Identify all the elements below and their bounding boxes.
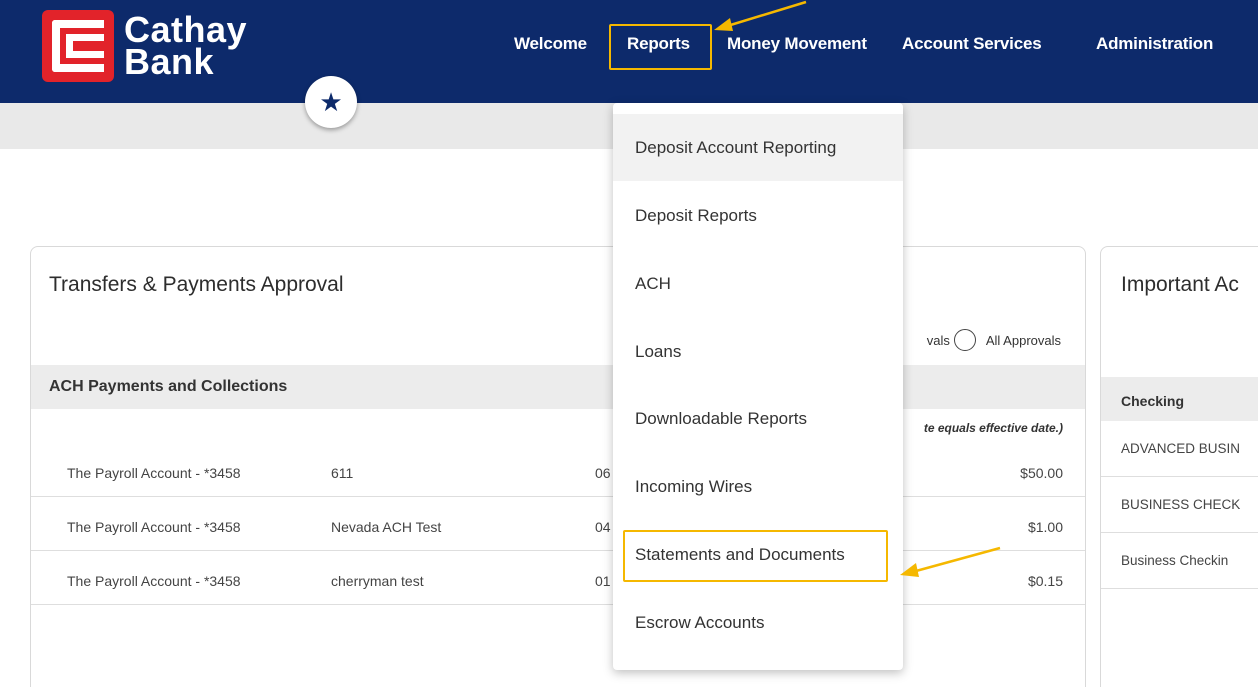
row-date: 06: [595, 465, 611, 481]
row-account: The Payroll Account - *3458: [67, 465, 241, 481]
row-name: cherryman test: [331, 573, 424, 589]
row-date: 01: [595, 573, 611, 589]
section-header: Checking: [1101, 377, 1258, 421]
star-icon: ★: [319, 86, 343, 117]
menu-item-label: Escrow Accounts: [635, 613, 765, 632]
transfers-payments-approval-card: Transfers & Payments Approval vals All A…: [30, 246, 1086, 687]
row-account: The Payroll Account - *3458: [67, 519, 241, 535]
row-amount: $50.00: [1020, 465, 1063, 481]
section-header: ACH Payments and Collections: [31, 365, 1085, 409]
row-account: The Payroll Account - *3458: [67, 573, 241, 589]
menu-item-loans[interactable]: Loans: [613, 318, 903, 385]
arrow-icon: [714, 0, 807, 31]
effective-date-note: te equals effective date.): [923, 421, 1063, 435]
nav-account-services[interactable]: Account Services: [902, 34, 1042, 54]
row-name: Nevada ACH Test: [331, 519, 442, 535]
row-amount: $1.00: [1027, 519, 1063, 535]
cathay-logo-icon: [42, 10, 114, 82]
card-title: Important Ac: [1121, 273, 1239, 296]
list-item[interactable]: ADVANCED BUSIN: [1101, 421, 1258, 477]
menu-item-label: Downloadable Reports: [635, 409, 807, 428]
table-row[interactable]: The Payroll Account - *3458 Nevada ACH T…: [31, 497, 1085, 551]
section-label: Checking: [1121, 393, 1185, 409]
brand-line-2: Bank: [124, 41, 215, 82]
important-accounts-card: Important Ac Checking ADVANCED BUSIN BUS…: [1100, 246, 1258, 687]
reports-highlight-box: [609, 24, 712, 70]
account-name: BUSINESS CHECK: [1121, 497, 1241, 512]
menu-item-deposit-reports[interactable]: Deposit Reports: [613, 182, 903, 249]
table-row[interactable]: The Payroll Account - *3458 611 06 $50.0…: [31, 443, 1085, 497]
account-name: Business Checkin: [1121, 553, 1229, 568]
menu-item-ach[interactable]: ACH: [613, 250, 903, 317]
favorites-button[interactable]: ★: [305, 76, 357, 128]
account-name: ADVANCED BUSIN: [1121, 441, 1241, 456]
menu-item-deposit-account-reporting[interactable]: Deposit Account Reporting: [613, 114, 903, 181]
list-item[interactable]: BUSINESS CHECK: [1101, 477, 1258, 533]
menu-item-label: Deposit Account Reporting: [635, 138, 837, 157]
section-label: ACH Payments and Collections: [49, 378, 288, 395]
row-name: 611: [331, 465, 354, 481]
menu-item-escrow-accounts[interactable]: Escrow Accounts: [613, 589, 903, 656]
row-date: 04: [595, 519, 611, 535]
menu-item-label: Incoming Wires: [635, 477, 753, 496]
nav-administration[interactable]: Administration: [1096, 34, 1213, 54]
menu-item-label: Deposit Reports: [635, 206, 757, 225]
cathay-bank-logo[interactable]: Cathay Bank: [42, 10, 247, 82]
arrow-icon: [900, 546, 1001, 577]
top-header: Cathay Bank Welcome Reports Money Moveme…: [0, 0, 1258, 103]
menu-item-incoming-wires[interactable]: Incoming Wires: [613, 453, 903, 520]
menu-item-downloadable-reports[interactable]: Downloadable Reports: [613, 385, 903, 452]
statements-highlight-box: [623, 530, 888, 582]
nav-welcome[interactable]: Welcome: [514, 34, 587, 54]
card-title: Transfers & Payments Approval: [49, 273, 344, 296]
menu-item-label: ACH: [635, 274, 671, 293]
approval-filter: vals All Approvals: [927, 329, 1061, 351]
all-approvals-label[interactable]: All Approvals: [986, 333, 1061, 348]
reports-dropdown-menu: Deposit Account Reporting Deposit Report…: [613, 103, 903, 670]
menu-item-label: Loans: [635, 342, 682, 361]
all-approvals-radio[interactable]: [953, 329, 976, 351]
list-item[interactable]: Business Checkin: [1101, 533, 1258, 589]
filter-partial-label: vals: [926, 332, 950, 348]
row-amount: $0.15: [1027, 573, 1063, 589]
